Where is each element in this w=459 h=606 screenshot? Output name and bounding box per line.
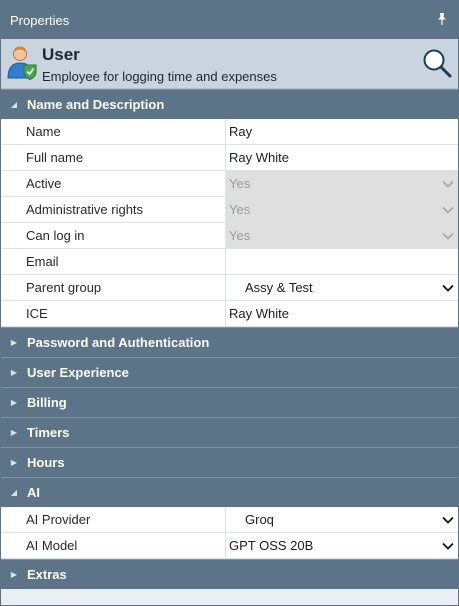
property-label: Name xyxy=(1,119,226,144)
object-description: Employee for logging time and expenses xyxy=(42,69,277,84)
parent-group-select[interactable]: Assy & Test xyxy=(226,275,458,300)
ice-input[interactable]: Ray White xyxy=(226,301,458,326)
chevron-down-icon xyxy=(442,180,454,188)
property-label: Can log in xyxy=(1,223,226,248)
property-row-ai-model: AI Model GPT OSS 20B xyxy=(1,533,458,559)
object-name: User xyxy=(42,45,80,64)
object-header: User Employee for logging time and expen… xyxy=(1,39,458,89)
property-label: Full name xyxy=(1,145,226,170)
property-label: Email xyxy=(1,249,226,274)
properties-panel: Properties User Employee for logging tim… xyxy=(0,0,459,606)
property-row-full-name: Full name Ray White xyxy=(1,145,458,171)
full-name-input[interactable]: Ray White xyxy=(226,145,458,170)
name-input[interactable]: Ray xyxy=(226,119,458,144)
property-row-parent-group: Parent group Assy & Test xyxy=(1,275,458,301)
expand-arrow-icon: ▶ xyxy=(10,338,18,347)
expand-arrow-icon: ▶ xyxy=(10,458,18,467)
expand-arrow-icon: ▶ xyxy=(10,368,18,377)
properties-titlebar: Properties xyxy=(1,1,458,39)
active-select: Yes xyxy=(226,171,458,196)
category-user-experience[interactable]: ▶ User Experience xyxy=(1,357,458,387)
property-label: Parent group xyxy=(1,275,226,300)
category-label: Hours xyxy=(27,455,65,470)
property-row-admin-rights: Administrative rights Yes xyxy=(1,197,458,223)
property-row-can-log-in: Can log in Yes xyxy=(1,223,458,249)
category-password-authentication[interactable]: ▶ Password and Authentication xyxy=(1,327,458,357)
category-label: Timers xyxy=(27,425,70,440)
property-row-active: Active Yes xyxy=(1,171,458,197)
category-extras[interactable]: ▶ Extras xyxy=(1,559,458,589)
property-label: AI Provider xyxy=(1,507,226,532)
select-value: GPT OSS 20B xyxy=(229,538,314,553)
admin-rights-select: Yes xyxy=(226,197,458,222)
category-name-description[interactable]: ◢ Name and Description xyxy=(1,89,458,119)
select-value: Yes xyxy=(229,228,251,243)
select-value: Assy & Test xyxy=(245,280,313,295)
property-row-ice: ICE Ray White xyxy=(1,301,458,327)
chevron-down-icon xyxy=(442,206,454,214)
expand-arrow-icon: ▶ xyxy=(10,398,18,407)
category-label: Password and Authentication xyxy=(27,335,210,350)
panel-title: Properties xyxy=(10,12,70,28)
expand-arrow-icon: ▶ xyxy=(10,570,18,579)
property-row-email: Email xyxy=(1,249,458,275)
select-value: Yes xyxy=(229,202,251,217)
property-row-name: Name Ray xyxy=(1,119,458,145)
expand-arrow-icon: ▶ xyxy=(10,428,18,437)
select-value: Groq xyxy=(245,512,274,527)
chevron-down-icon xyxy=(442,516,454,524)
collapse-arrow-icon: ◢ xyxy=(10,100,18,109)
category-billing[interactable]: ▶ Billing xyxy=(1,387,458,417)
category-label: Extras xyxy=(27,567,67,582)
email-input[interactable] xyxy=(226,249,458,274)
ai-model-select[interactable]: GPT OSS 20B xyxy=(226,533,458,558)
chevron-down-icon xyxy=(442,284,454,292)
category-label: Billing xyxy=(27,395,67,410)
category-label: User Experience xyxy=(27,365,129,380)
category-timers[interactable]: ▶ Timers xyxy=(1,417,458,447)
category-label: AI xyxy=(27,485,40,500)
ai-provider-select[interactable]: Groq xyxy=(226,507,458,532)
pin-icon[interactable] xyxy=(435,12,449,26)
category-hours[interactable]: ▶ Hours xyxy=(1,447,458,477)
category-ai[interactable]: ◢ AI xyxy=(1,477,458,507)
can-log-in-select: Yes xyxy=(226,223,458,248)
category-label: Name and Description xyxy=(27,97,165,112)
property-label: AI Model xyxy=(1,533,226,558)
select-value: Yes xyxy=(229,176,251,191)
collapse-arrow-icon: ◢ xyxy=(10,488,18,497)
search-icon[interactable] xyxy=(421,47,453,79)
property-label: Active xyxy=(1,171,226,196)
property-label: Administrative rights xyxy=(1,197,226,222)
chevron-down-icon xyxy=(442,232,454,240)
property-label: ICE xyxy=(1,301,226,326)
chevron-down-icon xyxy=(442,542,454,550)
user-shield-icon xyxy=(7,46,37,80)
property-row-ai-provider: AI Provider Groq xyxy=(1,507,458,533)
